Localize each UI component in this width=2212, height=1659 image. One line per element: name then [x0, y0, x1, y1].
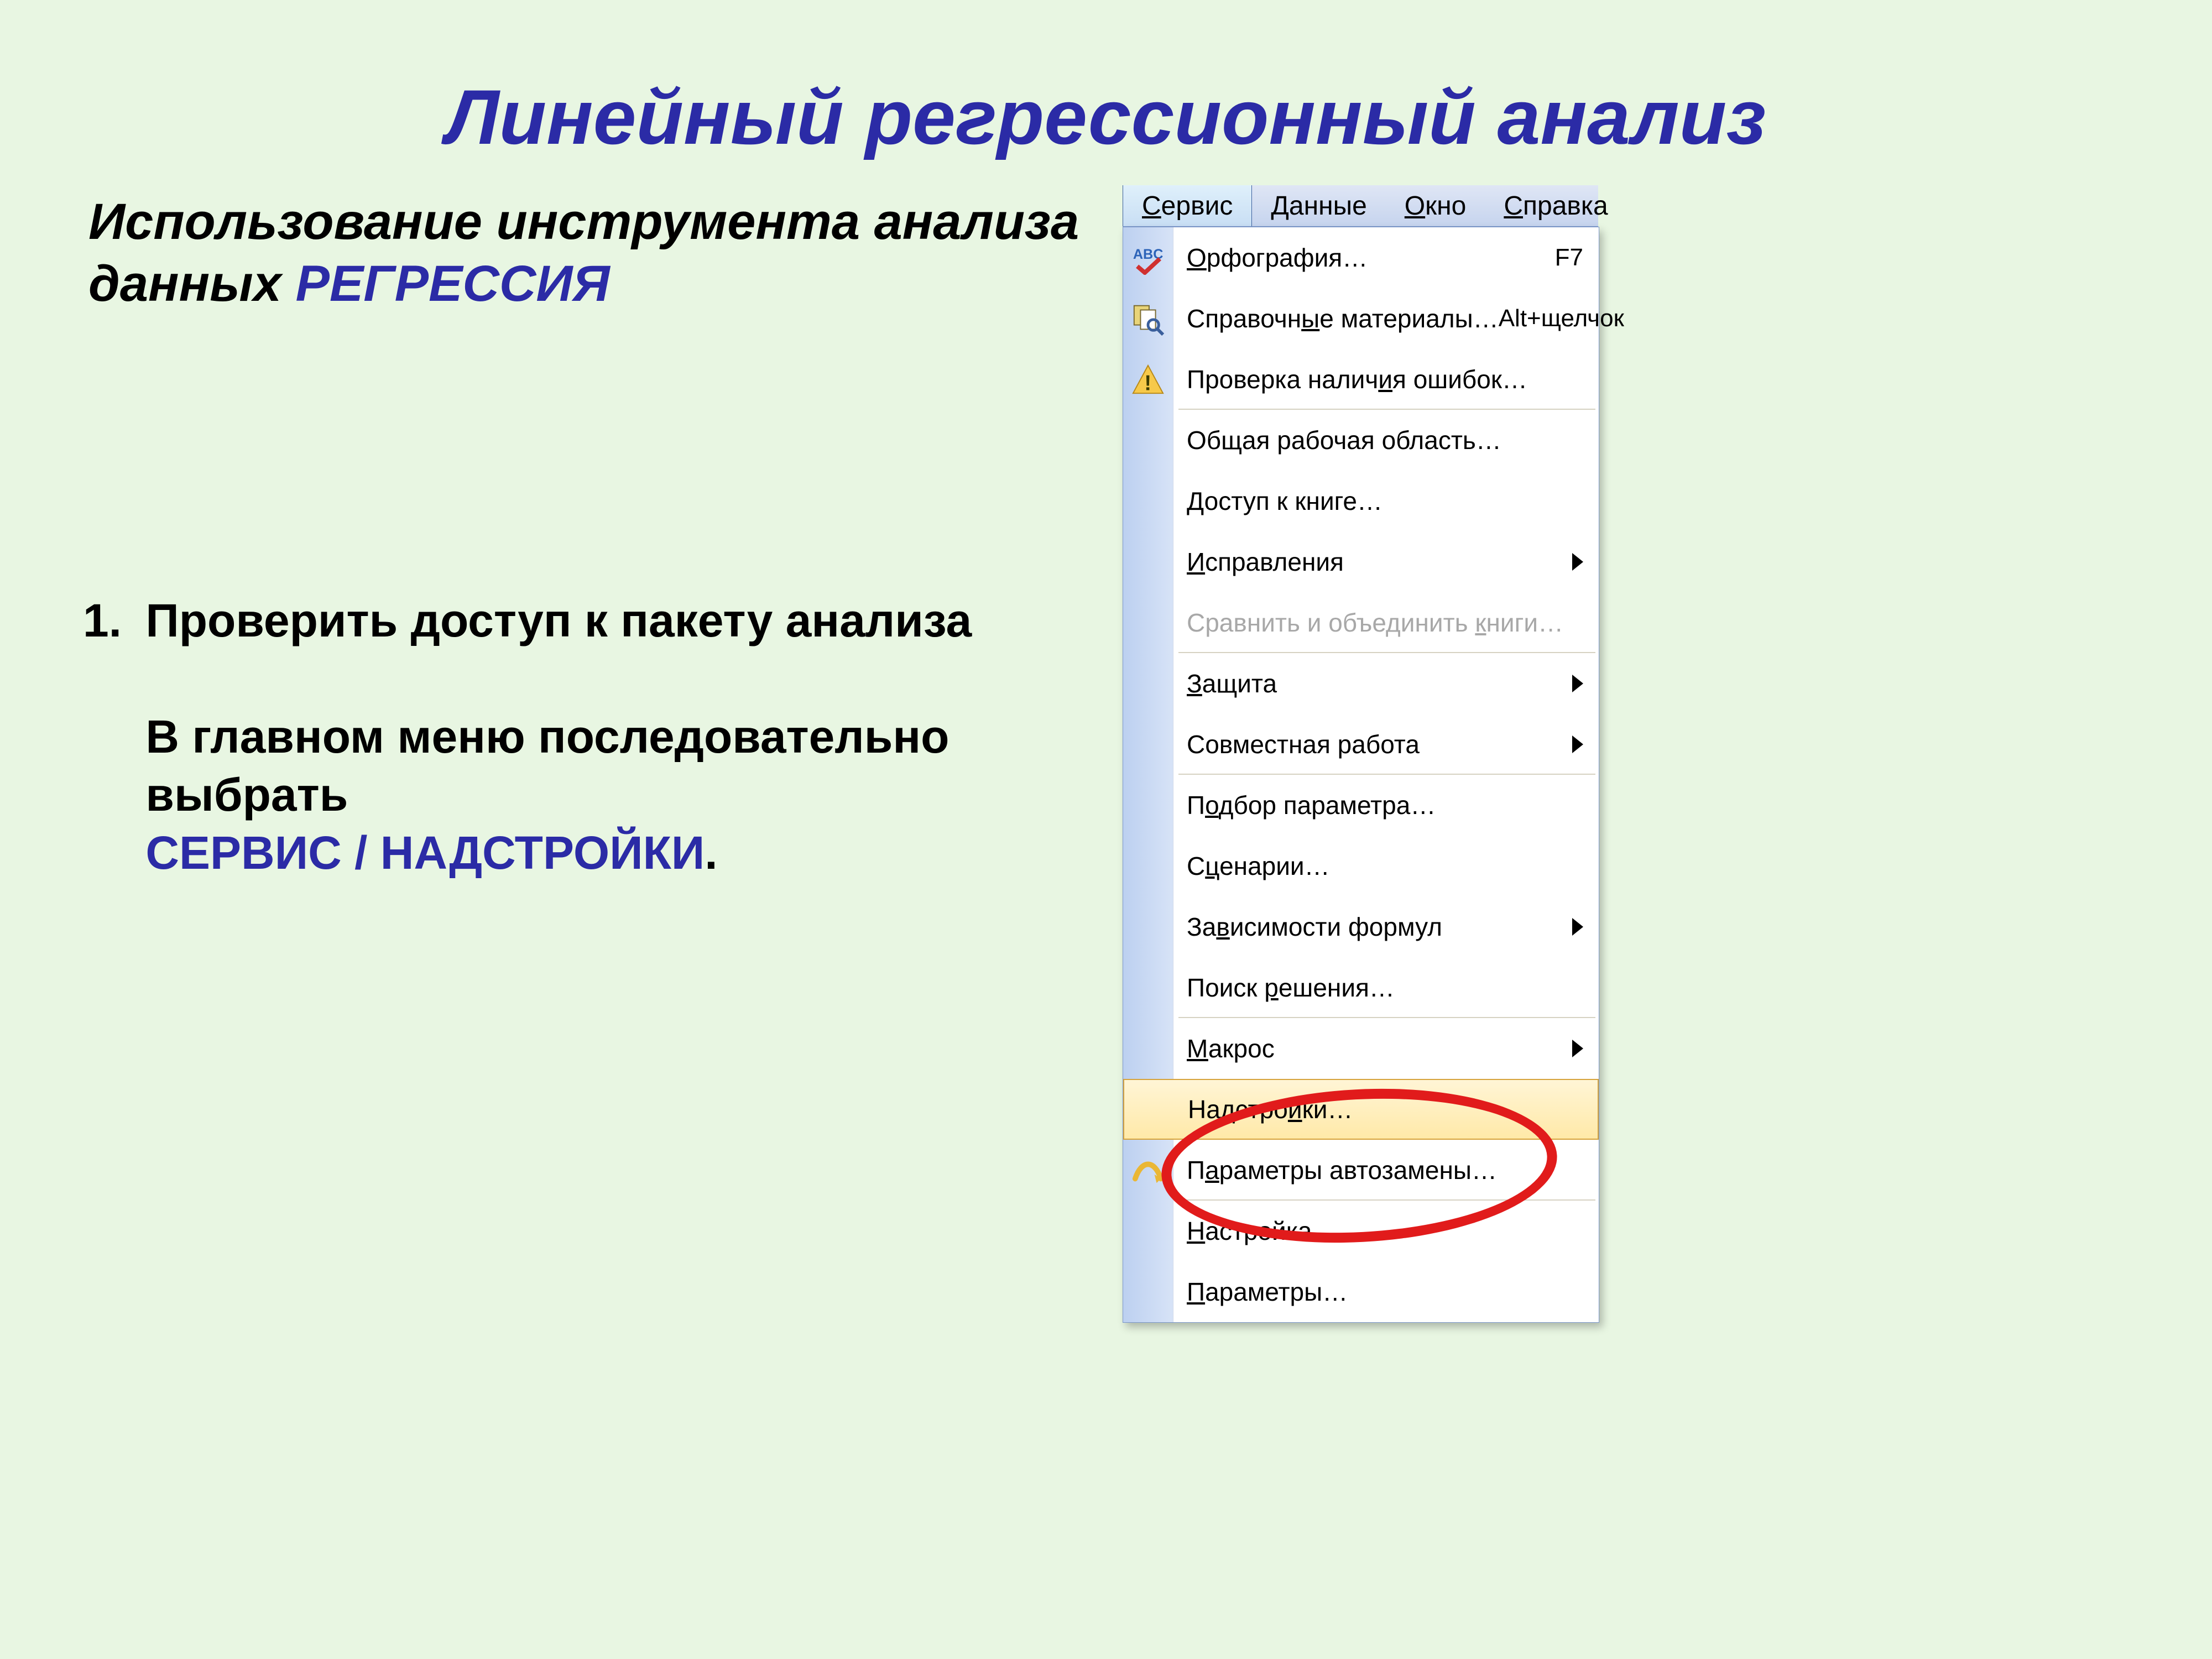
- excel-menu-screenshot: Сервис Данные Окно Справка ABC Орфографи…: [1123, 185, 1598, 1323]
- menu-item-research[interactable]: Справочные материалы… Alt+щелчок: [1123, 288, 1599, 349]
- subtitle-regression: РЕГРЕССИЯ: [295, 255, 609, 312]
- menu-label: Сценарии…: [1187, 851, 1330, 881]
- menu-label: Защита: [1187, 669, 1277, 698]
- menu-item-goalseek[interactable]: Подбор параметра…: [1123, 775, 1599, 836]
- step-menu-path: СЕРВИС / НАДСТРОЙКИ: [145, 827, 705, 879]
- step-line1: Проверить доступ к пакету анализа: [145, 594, 972, 646]
- menu-item-macro[interactable]: Макрос: [1123, 1018, 1599, 1079]
- menu-label: Общая рабочая область…: [1187, 425, 1501, 455]
- submenu-arrow-icon: [1572, 918, 1583, 936]
- menu-item-sharebook[interactable]: Доступ к книге…: [1123, 471, 1599, 531]
- spelling-icon: ABC: [1131, 241, 1165, 275]
- step-para-a: В главном меню последовательно выбрать: [145, 711, 949, 821]
- slide-title: Линейный регрессионный анализ: [28, 75, 2184, 160]
- errorcheck-icon: !: [1131, 362, 1165, 397]
- submenu-arrow-icon: [1572, 735, 1583, 753]
- slide-root: Линейный регрессионный анализ Использова…: [0, 0, 2212, 1659]
- menu-label: Справочные материалы…: [1187, 304, 1499, 333]
- slide-subtitle: Использование инструмента анализа данных…: [88, 191, 1117, 315]
- step-number: 1.: [66, 592, 122, 650]
- menu-item-autocorrect[interactable]: Параметры автозамены…: [1123, 1140, 1599, 1201]
- menu-label: Зависимости формул: [1187, 912, 1442, 942]
- research-icon: [1131, 301, 1165, 336]
- menu-item-compare: Сравнить и объединить книги…: [1123, 592, 1599, 653]
- menu-item-scenarios[interactable]: Сценарии…: [1123, 836, 1599, 896]
- menu-label: Доступ к книге…: [1187, 486, 1383, 516]
- menu-item-protection[interactable]: Защита: [1123, 653, 1599, 714]
- submenu-arrow-icon: [1572, 553, 1583, 571]
- submenu-arrow-icon: [1572, 675, 1583, 692]
- menu-label: Настройка…: [1187, 1216, 1337, 1246]
- menu-label: Исправления: [1187, 547, 1344, 577]
- step-dot: .: [705, 827, 717, 879]
- menubar-item-window[interactable]: Окно: [1386, 185, 1485, 226]
- service-dropdown: ABC Орфография… F7 Справочные материалы……: [1123, 227, 1599, 1323]
- menu-label: Параметры автозамены…: [1187, 1155, 1497, 1185]
- menu-item-sharedws[interactable]: Общая рабочая область…: [1123, 410, 1599, 471]
- menu-label: Совместная работа: [1187, 729, 1420, 759]
- menu-item-solver[interactable]: Поиск решения…: [1123, 957, 1599, 1018]
- menu-label: Подбор параметра…: [1187, 790, 1436, 820]
- autocorrect-icon: [1131, 1153, 1165, 1187]
- menu-label: Параметры…: [1187, 1277, 1348, 1307]
- menu-item-customize[interactable]: Настройка…: [1123, 1201, 1599, 1261]
- menu-item-options[interactable]: Параметры…: [1123, 1261, 1599, 1322]
- menu-item-auditing[interactable]: Зависимости формул: [1123, 896, 1599, 957]
- menubar-item-service[interactable]: Сервис: [1123, 185, 1252, 226]
- menu-label: Поиск решения…: [1187, 973, 1395, 1003]
- menu-label: Надстройки…: [1188, 1094, 1353, 1124]
- menu-item-trackchanges[interactable]: Исправления: [1123, 531, 1599, 592]
- menu-label: Орфография…: [1187, 243, 1368, 273]
- menu-label: Сравнить и объединить книги…: [1187, 608, 1563, 638]
- menu-item-addins[interactable]: Надстройки…: [1123, 1079, 1599, 1140]
- menubar-item-data[interactable]: Данные: [1252, 185, 1385, 226]
- submenu-arrow-icon: [1572, 1040, 1583, 1057]
- step-body: Проверить доступ к пакету анализа В глав…: [145, 592, 1052, 882]
- menubar: Сервис Данные Окно Справка: [1123, 185, 1598, 227]
- menu-label: Проверка наличия ошибок…: [1187, 364, 1527, 394]
- svg-text:!: !: [1144, 371, 1151, 395]
- menu-label: Макрос: [1187, 1034, 1275, 1063]
- menu-shortcut: Alt+щелчок: [1499, 305, 1624, 332]
- menu-item-collab[interactable]: Совместная работа: [1123, 714, 1599, 775]
- menu-shortcut: F7: [1555, 244, 1583, 272]
- menubar-item-help[interactable]: Справка: [1485, 185, 1626, 226]
- menu-item-errorcheck[interactable]: ! Проверка наличия ошибок…: [1123, 349, 1599, 410]
- menu-item-spelling[interactable]: ABC Орфография… F7: [1123, 227, 1599, 288]
- instruction-step-1: 1. Проверить доступ к пакету анализа В г…: [66, 592, 1073, 882]
